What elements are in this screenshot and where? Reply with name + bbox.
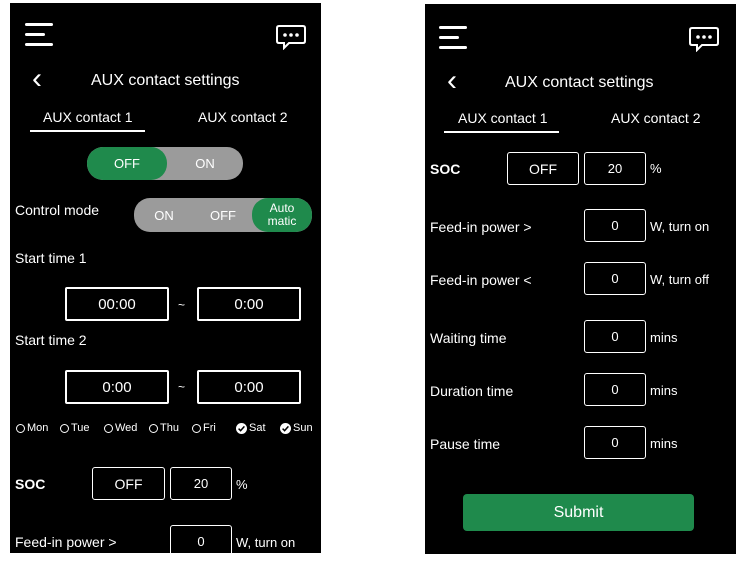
day-mon[interactable]: Mon [16,422,48,434]
soc-unit: % [650,161,662,176]
soc-toggle-button[interactable]: OFF [92,467,165,500]
right-screen: ‹ AUX contact settings AUX contact 1 AUX… [425,4,736,554]
active-tab-underline [444,131,559,133]
left-screen: ‹ AUX contact settings AUX contact 1 AUX… [10,3,321,553]
checked-radio-icon [280,422,291,434]
control-mode-automatic-option[interactable]: Auto matic [252,198,312,232]
duration-time-unit: mins [650,383,678,398]
time-separator: ~ [178,298,186,312]
power-off-option[interactable]: OFF [87,147,167,180]
submit-button[interactable]: Submit [463,494,694,531]
pause-time-unit: mins [650,436,678,451]
feed-in-lt-input[interactable]: 0 [584,262,646,295]
duration-time-input[interactable]: 0 [584,373,646,406]
tab-aux-contact-1[interactable]: AUX contact 1 [43,109,133,125]
tab-aux-contact-2[interactable]: AUX contact 2 [198,109,288,125]
control-mode-off-option[interactable]: OFF [194,198,252,232]
day-tue[interactable]: Tue [60,422,90,434]
feed-in-gt-input[interactable]: 0 [170,525,232,553]
feed-in-gt-unit: W, turn on [650,219,710,234]
tab-aux-contact-1[interactable]: AUX contact 1 [458,110,548,126]
feed-in-gt-unit: W, turn on [236,535,296,550]
back-chevron-icon[interactable]: ‹ [32,64,42,94]
radio-icon [192,423,201,433]
pause-time-label: Pause time [430,436,501,452]
waiting-time-input[interactable]: 0 [584,320,646,353]
chat-icon[interactable] [689,26,719,52]
back-chevron-icon[interactable]: ‹ [447,66,457,96]
feed-in-lt-label: Feed-in power < [430,272,532,288]
soc-value-input[interactable]: 20 [170,467,232,500]
checked-radio-icon [236,422,247,434]
waiting-time-unit: mins [650,330,678,345]
day-sat[interactable]: Sat [236,422,266,434]
feed-in-gt-label: Feed-in power > [430,219,532,235]
start-time-2-to-input[interactable]: 0:00 [197,370,301,404]
control-mode-label: Control mode [15,202,100,218]
page-title: AUX contact settings [91,72,240,89]
pause-time-input[interactable]: 0 [584,426,646,459]
time-separator: ~ [178,380,186,394]
soc-toggle-button[interactable]: OFF [507,152,579,185]
radio-icon [149,423,158,433]
power-on-option[interactable]: ON [167,147,243,180]
radio-icon [60,423,69,433]
waiting-time-label: Waiting time [430,330,507,346]
tab-aux-contact-2[interactable]: AUX contact 2 [611,110,701,126]
start-time-2-label: Start time 2 [15,332,87,348]
day-fri[interactable]: Fri [192,422,216,434]
feed-in-lt-unit: W, turn off [650,272,710,287]
day-sun[interactable]: Sun [280,422,313,434]
soc-value-input[interactable]: 20 [584,152,646,185]
soc-unit: % [236,477,248,492]
radio-icon [16,423,25,433]
power-toggle[interactable]: OFF ON [87,147,243,180]
hamburger-icon[interactable] [439,26,469,52]
feed-in-gt-input[interactable]: 0 [584,209,646,242]
active-tab-underline [30,130,145,132]
hamburger-icon[interactable] [25,23,55,49]
day-wed[interactable]: Wed [104,422,137,434]
radio-icon [104,423,113,433]
control-mode-toggle[interactable]: ON OFF Auto matic [134,198,312,232]
start-time-1-label: Start time 1 [15,250,87,266]
start-time-2-from-input[interactable]: 0:00 [65,370,169,404]
soc-label: SOC [430,161,461,177]
duration-time-label: Duration time [430,383,514,399]
chat-icon[interactable] [276,24,306,50]
soc-label: SOC [15,476,46,492]
day-thu[interactable]: Thu [149,422,179,434]
page-title: AUX contact settings [505,74,654,91]
feed-in-gt-label: Feed-in power > [15,534,117,550]
control-mode-on-option[interactable]: ON [134,198,194,232]
start-time-1-to-input[interactable]: 0:00 [197,287,301,321]
start-time-1-from-input[interactable]: 00:00 [65,287,169,321]
